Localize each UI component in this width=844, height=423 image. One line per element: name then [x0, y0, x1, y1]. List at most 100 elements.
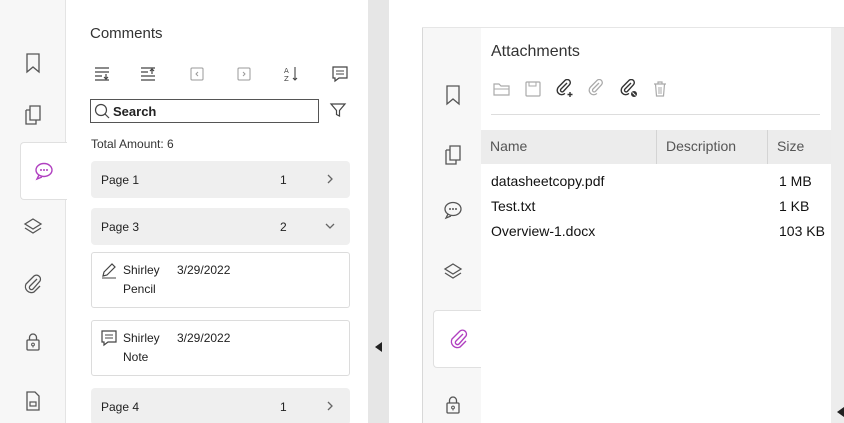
page-group-row[interactable]: Page 3 2 — [91, 208, 350, 245]
svg-text:Z: Z — [284, 75, 289, 83]
pencil-icon — [102, 263, 116, 279]
toolbar-separator — [491, 114, 820, 115]
attachments-rail-button[interactable] — [0, 255, 66, 313]
expand-all-button[interactable] — [93, 65, 111, 83]
comment-summary-button[interactable] — [331, 65, 349, 83]
svg-text:A: A — [284, 67, 289, 75]
comment-date: 3/29/2022 — [177, 263, 231, 277]
attachment-row[interactable]: Test.txt 1 KB — [481, 196, 831, 218]
attachment-row[interactable]: Overview-1.docx 103 KB — [481, 221, 831, 243]
add-attachment-icon — [556, 79, 573, 97]
lock-icon — [445, 396, 460, 414]
pages-rail-button[interactable] — [423, 126, 482, 184]
sort-button[interactable]: AZ — [283, 65, 301, 83]
comment-author: Shirley — [123, 263, 160, 277]
comment-date: 3/29/2022 — [177, 331, 231, 345]
collapse-panel-icon[interactable] — [837, 407, 844, 417]
attachments-rail-button[interactable] — [433, 310, 483, 368]
collapse-panel-icon[interactable] — [374, 342, 383, 352]
panel-title: Comments — [90, 25, 163, 42]
comment-item[interactable]: Shirley 3/29/2022 Pencil — [91, 252, 350, 308]
comment-item[interactable]: Shirley 3/29/2022 Note — [91, 320, 350, 376]
add-attachment-button[interactable] — [555, 79, 575, 99]
comment-type: Note — [123, 350, 149, 364]
bookmark-rail-button[interactable] — [0, 34, 66, 92]
attachment-name: datasheetcopy.pdf — [491, 173, 605, 189]
attachment-size: 103 KB — [779, 223, 825, 239]
collapse-all-icon — [141, 67, 155, 81]
page-group-row[interactable]: Page 1 1 — [91, 161, 350, 198]
layers-icon — [23, 218, 43, 234]
summary-icon — [332, 66, 348, 83]
chevron-down-icon — [325, 223, 335, 229]
security-rail-button[interactable] — [423, 376, 482, 423]
delete-attachment-button[interactable] — [650, 79, 670, 99]
save-attachment-button[interactable] — [523, 79, 543, 99]
comment-author: Shirley — [123, 331, 160, 345]
panel-splitter[interactable] — [831, 28, 844, 423]
save-icon — [525, 81, 541, 97]
filter-button[interactable] — [329, 101, 347, 119]
layers-rail-button[interactable] — [0, 198, 66, 256]
layers-rail-button[interactable] — [423, 243, 482, 301]
comment-icon — [443, 201, 462, 220]
page-group-label: Page 1 — [101, 172, 140, 187]
panel-title: Attachments — [491, 43, 580, 60]
comment-icon — [35, 162, 53, 181]
attachment-size: 1 KB — [779, 198, 810, 214]
search-box[interactable] — [90, 99, 319, 123]
column-header-description[interactable]: Description — [657, 130, 767, 164]
collapse-all-button[interactable] — [139, 65, 157, 83]
next-comment-button[interactable] — [235, 65, 253, 83]
total-amount: Total Amount: 6 — [91, 137, 174, 151]
attachment-name: Overview-1.docx — [491, 223, 596, 239]
note-icon — [101, 330, 117, 347]
open-icon — [493, 83, 510, 96]
previous-icon — [190, 67, 204, 81]
column-header-name[interactable]: Name — [481, 130, 656, 164]
search-icon — [94, 103, 110, 119]
open-attachment-button[interactable] — [492, 79, 512, 99]
search-input[interactable] — [113, 103, 313, 119]
remove-attachment-icon — [620, 79, 637, 97]
chevron-right-icon — [327, 174, 333, 184]
edit-attachment-button[interactable] — [587, 79, 607, 99]
security-rail-button[interactable] — [0, 313, 66, 371]
expand-all-icon — [95, 67, 109, 81]
page-group-label: Page 4 — [101, 399, 140, 414]
page-group-count: 1 — [280, 172, 287, 187]
left-navigation-rail — [0, 0, 67, 423]
document-rail-button[interactable] — [0, 372, 66, 423]
attachment-size: 1 MB — [779, 173, 812, 189]
filter-icon — [329, 103, 347, 117]
attachment-name: Test.txt — [491, 198, 536, 214]
lock-icon — [26, 333, 40, 351]
page-group-count: 2 — [280, 219, 287, 234]
attachment-icon — [450, 329, 467, 349]
layers-icon — [443, 263, 462, 279]
edit-attachment-icon — [588, 79, 603, 96]
page-group-label: Page 3 — [101, 219, 140, 234]
attachment-row[interactable]: datasheetcopy.pdf 1 MB — [481, 171, 831, 193]
delete-icon — [654, 81, 666, 97]
bookmark-rail-button[interactable] — [423, 66, 482, 124]
document-icon — [26, 391, 40, 411]
page-group-count: 1 — [280, 399, 287, 414]
sort-icon: AZ — [284, 67, 298, 83]
previous-comment-button[interactable] — [188, 65, 206, 83]
comments-rail-button[interactable] — [20, 142, 67, 200]
pages-icon — [25, 105, 41, 125]
pages-icon — [444, 145, 461, 165]
attachment-icon — [24, 274, 42, 294]
column-header-size[interactable]: Size — [768, 130, 831, 164]
panel-splitter[interactable] — [368, 0, 389, 423]
bookmark-icon — [26, 53, 40, 74]
comments-rail-button[interactable] — [423, 181, 482, 239]
comment-type: Pencil — [123, 282, 156, 296]
page-group-row[interactable]: Page 4 1 — [91, 388, 350, 423]
right-navigation-rail — [422, 28, 483, 423]
chevron-right-icon — [327, 401, 333, 411]
pages-rail-button[interactable] — [0, 86, 66, 144]
remove-attachment-button[interactable] — [619, 79, 639, 99]
next-icon — [237, 67, 251, 81]
